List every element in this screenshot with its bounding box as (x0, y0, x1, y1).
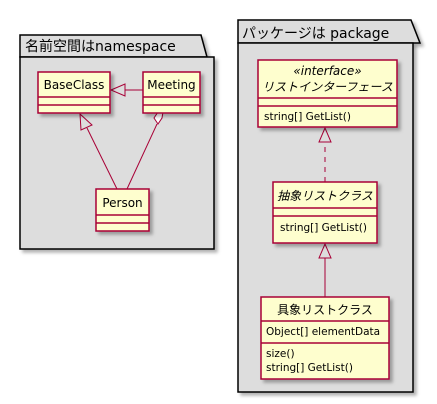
class-concrete[interactable]: 具象リストクラス Object[] elementData size() str… (260, 296, 390, 380)
class-concrete-name: 具象リストクラス (277, 303, 373, 317)
class-abstract-name: 抽象リストクラス (277, 189, 373, 203)
class-abstract[interactable]: 抽象リストクラス string[] GetList() (272, 181, 378, 244)
class-meeting[interactable]: Meeting (142, 71, 201, 114)
class-person[interactable]: Person (95, 188, 150, 232)
class-concrete-method-size: size() (266, 348, 295, 360)
class-interface[interactable]: «interface» リストインターフェース string[] GetList… (257, 59, 398, 128)
class-interface-name: リストインターフェース (262, 80, 393, 94)
package-namespace-title: 名前空間はnamespace (25, 38, 176, 55)
class-interface-method: string[] GetList() (264, 111, 351, 123)
class-person-name: Person (102, 196, 142, 210)
uml-diagram: 名前空間はnamespace BaseClass Meeting Person … (19, 19, 422, 393)
class-baseclass[interactable]: BaseClass (37, 71, 111, 114)
class-meeting-name: Meeting (147, 78, 195, 92)
class-interface-stereotype: «interface» (293, 64, 361, 78)
package-package-title: パッケージは package (242, 26, 389, 42)
class-baseclass-name: BaseClass (44, 78, 105, 92)
class-concrete-method-getlist: string[] GetList() (266, 362, 353, 374)
class-concrete-field: Object[] elementData (266, 326, 380, 338)
class-abstract-method: string[] GetList() (280, 222, 367, 234)
